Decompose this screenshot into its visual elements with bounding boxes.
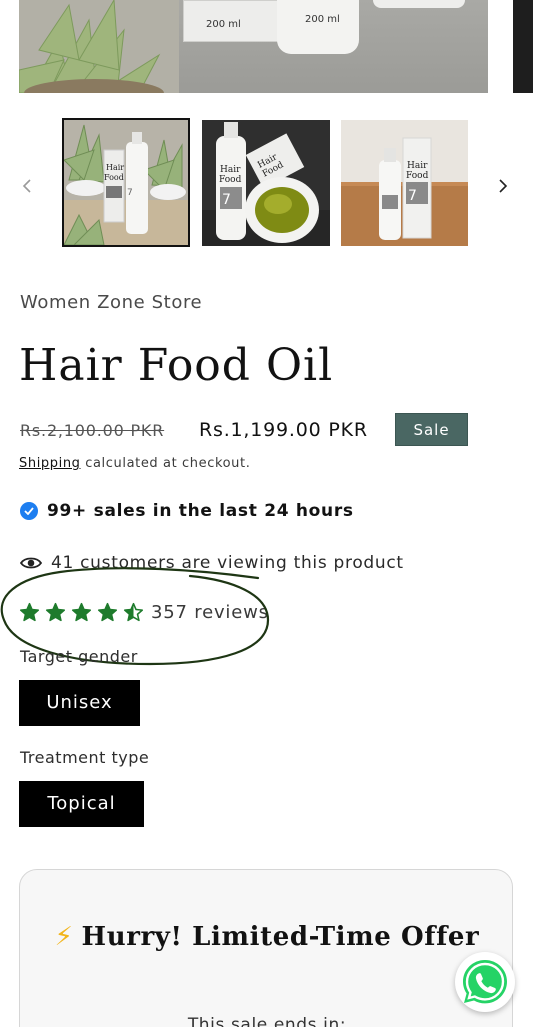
- chevron-left-icon[interactable]: [22, 178, 32, 198]
- treatment-type-topical-button[interactable]: Topical: [19, 781, 144, 827]
- box-volume-label: 200 ml: [206, 19, 241, 30]
- svg-text:Hair: Hair: [106, 163, 124, 172]
- sale-badge: Sale: [395, 413, 468, 446]
- shipping-note: Shipping calculated at checkout.: [19, 456, 250, 471]
- limited-offer-card: ⚡ Hurry! Limited-Time Offer This sale end…: [19, 869, 513, 1027]
- offer-countdown-label: This sale ends in:: [187, 1015, 347, 1027]
- thumbnail-3[interactable]: Hair Food 7: [341, 120, 469, 246]
- svg-text:7: 7: [222, 192, 231, 208]
- sales-count-notice: 99+ sales in the last 24 hours: [20, 499, 354, 523]
- star-full-icon: [45, 602, 66, 621]
- succulent-plant-image: [19, 0, 179, 93]
- thumbnail-2[interactable]: Hair Food Hair Food 7: [202, 120, 330, 246]
- rating-summary[interactable]: 357 reviews: [19, 599, 269, 625]
- sale-price: Rs.1,199.00 PKR: [199, 419, 368, 441]
- svg-text:Hair: Hair: [407, 161, 428, 171]
- target-gender-label: Target gender: [20, 647, 138, 666]
- next-slide-peek[interactable]: [513, 0, 533, 93]
- thumbnail-1[interactable]: Hair Food 7: [62, 118, 190, 247]
- offer-heading: ⚡ Hurry! Limited-Time Offer: [20, 920, 514, 954]
- svg-text:Food: Food: [406, 171, 429, 181]
- shipping-note-text: calculated at checkout.: [80, 456, 251, 471]
- svg-text:Food: Food: [219, 175, 242, 185]
- star-full-icon: [19, 602, 40, 621]
- price-row: Rs.2,100.00 PKR Rs.1,199.00 PKR Sale: [20, 413, 520, 447]
- whatsapp-chat-button[interactable]: [455, 952, 515, 1012]
- svg-text:7: 7: [408, 188, 417, 204]
- target-gender-unisex-button[interactable]: Unisex: [19, 680, 140, 726]
- reviews-count[interactable]: 357 reviews: [151, 602, 269, 623]
- bottle-volume-label: 200 ml: [305, 14, 340, 25]
- product-bottle-image: 200 ml: [277, 0, 359, 54]
- product-vendor: Women Zone Store: [20, 292, 203, 313]
- svg-text:Hair: Hair: [220, 165, 241, 175]
- svg-text:7: 7: [127, 188, 133, 198]
- star-half-icon: [123, 602, 144, 621]
- product-main-image[interactable]: 200 ml 200 ml: [19, 0, 488, 93]
- product-title: Hair Food Oil: [19, 340, 334, 391]
- sales-count-text: 99+ sales in the last 24 hours: [47, 501, 354, 521]
- star-full-icon: [71, 602, 92, 621]
- live-viewers-text: 41 customers are viewing this product: [51, 553, 404, 573]
- svg-text:Food: Food: [104, 173, 124, 182]
- shipping-link[interactable]: Shipping: [19, 456, 81, 471]
- live-viewers-notice: 41 customers are viewing this product: [20, 551, 404, 575]
- product-bottle-cap-image: [373, 0, 465, 8]
- rating-stars: [19, 602, 149, 623]
- compare-at-price: Rs.2,100.00 PKR: [20, 421, 165, 440]
- eye-icon: [20, 556, 42, 570]
- chevron-right-icon[interactable]: [498, 178, 508, 198]
- verified-check-icon: [20, 502, 38, 520]
- lightning-bolt-icon: ⚡: [54, 922, 74, 952]
- thumbnail-slider: Hair Food 7 Hair Food Hair Food 7 Hair F…: [0, 118, 533, 248]
- treatment-type-label: Treatment type: [20, 748, 150, 767]
- offer-heading-text: Hurry! Limited-Time Offer: [81, 922, 480, 952]
- whatsapp-icon: [463, 960, 507, 1004]
- star-full-icon: [97, 602, 118, 621]
